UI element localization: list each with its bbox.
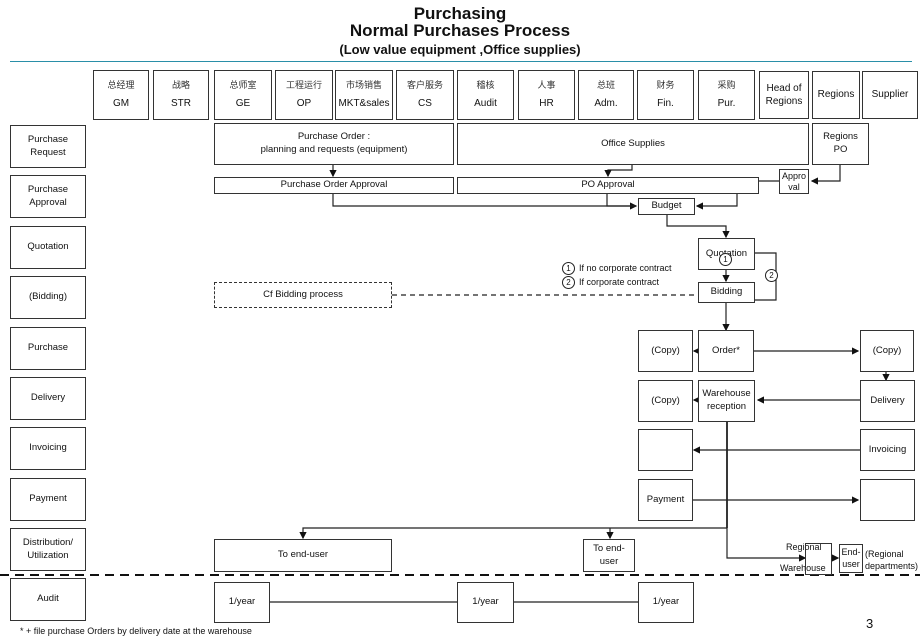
step-delivery-supplier: Delivery bbox=[860, 380, 915, 422]
step-order: Order* bbox=[698, 330, 754, 372]
label-regional-departments: (Regional departments) bbox=[865, 549, 919, 571]
arrow-office-to-approval bbox=[604, 165, 633, 178]
step-warehouse-reception: Warehouse reception bbox=[698, 380, 755, 422]
step-po-approval-equipment: Purchase Order Approval bbox=[214, 177, 454, 194]
step-regions-po: Regions PO bbox=[812, 123, 869, 165]
step-audit-1: 1/year bbox=[214, 582, 270, 623]
arrow-equip-approval-to-budget bbox=[332, 193, 638, 210]
legend-no-contract: 1 If no corporate contract bbox=[562, 262, 672, 275]
connector-layer bbox=[0, 165, 920, 603]
step-to-enduser-wide: To end-user bbox=[214, 539, 392, 572]
step-po-planning: Purchase Order : planning and requests (… bbox=[214, 123, 454, 165]
marker-1-icon: 1 bbox=[719, 253, 732, 266]
arrow-to-enduser-wide bbox=[299, 527, 727, 540]
page-number: 3 bbox=[866, 616, 874, 631]
step-approval-regions: Appro val bbox=[779, 169, 809, 194]
step-office-supplies: Office Supplies bbox=[457, 123, 809, 165]
step-regional-warehouse bbox=[805, 543, 832, 575]
marker-2-icon: 2 bbox=[765, 269, 778, 282]
step-payment-supplier bbox=[860, 479, 915, 521]
step-invoicing-supplier: Invoicing bbox=[860, 429, 915, 471]
step-end-user: End- user bbox=[839, 544, 863, 573]
step-audit-3: 1/year bbox=[638, 582, 694, 623]
step-audit-2: 1/year bbox=[457, 582, 514, 623]
step-invoice-fin bbox=[638, 429, 693, 471]
step-payment: Payment bbox=[638, 479, 693, 521]
legend-2-icon: 2 bbox=[562, 276, 575, 289]
step-po-approval-office: PO Approval bbox=[457, 177, 759, 194]
step-budget: Budget bbox=[638, 198, 695, 215]
step-cf-bidding: Cf Bidding process bbox=[214, 282, 392, 308]
step-to-enduser-narrow: To end- user bbox=[583, 539, 635, 572]
footnote: * + file purchase Orders by delivery dat… bbox=[20, 626, 252, 636]
step-copy-fin-delivery: (Copy) bbox=[638, 380, 693, 422]
arrow-budget-to-quotation bbox=[666, 214, 730, 239]
arrow-office-approval-to-budget bbox=[606, 193, 636, 207]
legend-corporate-contract: 2 If corporate contract bbox=[562, 276, 659, 289]
step-copy-supplier: (Copy) bbox=[860, 330, 914, 372]
step-bidding: Bidding bbox=[698, 282, 755, 303]
legend-1-icon: 1 bbox=[562, 262, 575, 275]
arrow-regionspo-to-approval bbox=[810, 165, 841, 185]
step-copy-fin-order: (Copy) bbox=[638, 330, 693, 372]
